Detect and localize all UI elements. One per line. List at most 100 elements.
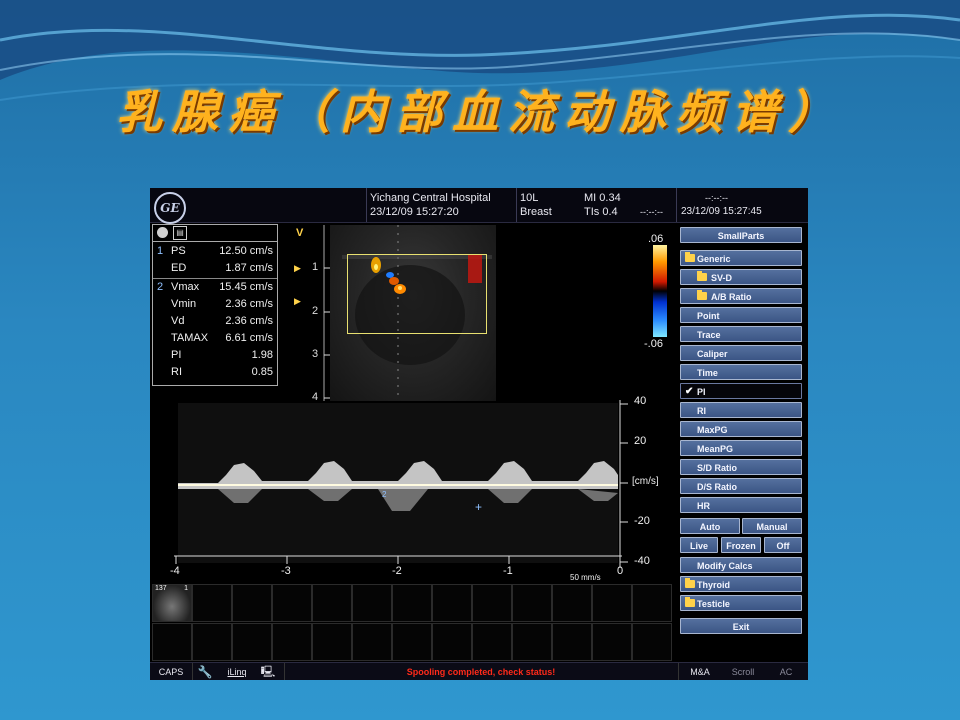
sv-d-folder-button[interactable]: SV-D [680, 269, 802, 285]
ilinq-button[interactable]: iLinq [222, 663, 252, 680]
header-divider [516, 188, 517, 222]
status-message: Spooling completed, check status! [406, 667, 556, 677]
measurement-row: Vmin 2.36 cm/s [171, 298, 273, 310]
time-tick-label: -3 [281, 565, 291, 577]
thumbnail[interactable] [432, 623, 472, 661]
velocity-tick-label: -40 [634, 555, 650, 567]
current-datetime: 23/12/09 15:27:45 [681, 206, 762, 217]
ab-ratio-folder-button[interactable]: A/B Ratio [680, 288, 802, 304]
thumbnail[interactable] [592, 623, 632, 661]
spectral-scale-ruler [619, 400, 628, 568]
smallparts-button[interactable]: SmallParts [680, 227, 802, 243]
measurement-row: ED 1.87 cm/s [171, 262, 273, 274]
measurement-row: 2 Vmax 15.45 cm/s [157, 281, 273, 293]
ds-ratio-button[interactable]: D/S Ratio [680, 478, 802, 494]
thumbnail[interactable] [552, 623, 592, 661]
folder-icon [685, 578, 695, 588]
thumbnail[interactable] [312, 623, 352, 661]
frozen-button[interactable]: Frozen [721, 537, 761, 553]
clock-top: --:--:-- [705, 193, 728, 203]
thumbnail[interactable] [552, 584, 592, 622]
thumbnail[interactable] [232, 584, 272, 622]
tis-value: TIs 0.4 [584, 206, 618, 218]
thumbnail[interactable] [312, 584, 352, 622]
header-bar: GE Yichang Central Hospital 23/12/09 15:… [150, 188, 808, 224]
meanpg-button[interactable]: MeanPG [680, 440, 802, 456]
thumbnail[interactable] [632, 584, 672, 622]
scroll-button[interactable]: Scroll [722, 663, 764, 680]
thumbnail[interactable]: 137 1 [152, 584, 192, 622]
color-velocity-bar [653, 245, 667, 337]
timer-blank: --:--:-- [640, 207, 663, 217]
measurement-box-header: ▤ [153, 225, 277, 242]
thyroid-folder-button[interactable]: Thyroid [680, 576, 802, 592]
folder-icon [685, 597, 695, 607]
caliper-button[interactable]: Caliper [680, 345, 802, 361]
hospital-name: Yichang Central Hospital [370, 192, 491, 204]
color-flow-signal [371, 255, 482, 294]
velocity-tick-label: 20 [634, 435, 647, 447]
header-divider [676, 188, 677, 222]
cine-thumbnail-strip: 137 1 [150, 582, 677, 662]
thumbnail[interactable] [192, 584, 232, 622]
time-tick-label: -4 [170, 565, 180, 577]
ma-button[interactable]: M&A [678, 663, 721, 680]
thumbnail[interactable] [472, 623, 512, 661]
wrench-icon[interactable]: 🔧 [194, 663, 216, 680]
time-button[interactable]: Time [680, 364, 802, 380]
thumbnail[interactable] [272, 623, 312, 661]
thumbnail[interactable] [512, 584, 552, 622]
point-button[interactable]: Point [680, 307, 802, 323]
thumbnail[interactable] [352, 623, 392, 661]
focus-marker-icon: ▶ [294, 263, 301, 273]
thumbnail[interactable] [152, 623, 192, 661]
ri-button[interactable]: RI [680, 402, 802, 418]
status-divider [284, 663, 285, 680]
caps-indicator: CAPS [150, 663, 193, 680]
slide-title: 乳腺癌（内部血流动脉频谱） [116, 85, 844, 139]
thumbnail[interactable] [472, 584, 512, 622]
thumbnail[interactable] [192, 623, 232, 661]
record-dot-icon [157, 227, 168, 238]
generic-folder-button[interactable]: Generic [680, 250, 802, 266]
maxpg-button[interactable]: MaxPG [680, 421, 802, 437]
thumbnail[interactable] [272, 584, 312, 622]
thumbnail[interactable] [632, 623, 672, 661]
sweep-speed: 50 mm/s [570, 573, 601, 582]
velocity-unit-label: [cm/s] [632, 476, 659, 487]
thumbnail[interactable] [232, 623, 272, 661]
manual-button[interactable]: Manual [742, 518, 802, 534]
thumbnail[interactable] [352, 584, 392, 622]
ultrasound-screen: GE Yichang Central Hospital 23/12/09 15:… [150, 188, 808, 680]
thumbnail[interactable] [392, 623, 432, 661]
color-scale-max: .06 [648, 233, 664, 245]
exit-button[interactable]: Exit [680, 618, 802, 634]
live-button[interactable]: Live [680, 537, 718, 553]
time-tick-label: -2 [392, 565, 402, 577]
focus-marker-icon: ▶ [294, 296, 301, 306]
thumbnail[interactable] [512, 623, 552, 661]
measurement-control-panel: SmallParts Generic SV-D A/B Ratio Point … [680, 224, 806, 644]
thumbnail[interactable] [432, 584, 472, 622]
measurement-row: 1 PS 12.50 cm/s [157, 245, 273, 257]
pi-button[interactable]: ✔ PI [680, 383, 802, 399]
testicle-folder-button[interactable]: Testicle [680, 595, 802, 611]
exam-datetime: 23/12/09 15:27:20 [370, 206, 459, 218]
trace-button[interactable]: Trace [680, 326, 802, 342]
auto-button[interactable]: Auto [680, 518, 740, 534]
modify-calcs-button[interactable]: Modify Calcs [680, 557, 802, 573]
checkmark-icon: ✔ [685, 386, 694, 397]
time-tick-label: 0 [617, 565, 624, 577]
folder-open-icon [685, 252, 695, 262]
ac-button[interactable]: AC [766, 663, 806, 680]
network-icon[interactable]: 🖳 [256, 663, 280, 680]
velocity-tick-label: 40 [634, 395, 647, 407]
sd-ratio-button[interactable]: S/D Ratio [680, 459, 802, 475]
mi-value: MI 0.34 [584, 192, 621, 204]
thumbnail[interactable] [392, 584, 432, 622]
off-button[interactable]: Off [764, 537, 802, 553]
hr-button[interactable]: HR [680, 497, 802, 513]
measurement-row: TAMAX 6.61 cm/s [171, 332, 273, 344]
thumbnail[interactable] [592, 584, 632, 622]
color-flow-roi-box[interactable] [347, 254, 487, 334]
